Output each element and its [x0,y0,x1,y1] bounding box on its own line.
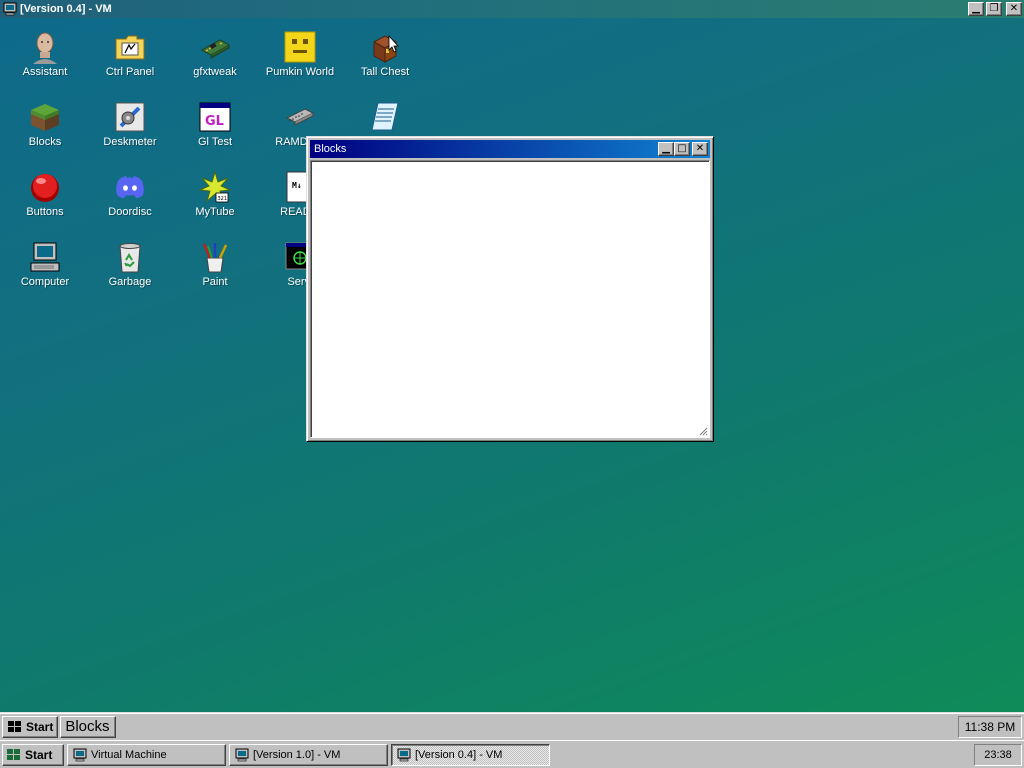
desktop-icon-gl-test[interactable]: GL Gl Test [176,100,254,148]
computer-icon [235,748,249,761]
desktop-icon-label: Buttons [26,206,64,218]
close-icon: ✕ [695,143,705,154]
desktop-icon-paint[interactable]: Paint [176,240,254,288]
blocks-window-canvas[interactable] [310,160,710,438]
host-start-label: Start [25,747,53,762]
host-close-button[interactable]: ✕ [1006,2,1022,16]
svg-text:GL: GL [205,114,224,129]
desktop-icon-label: Assistant [22,66,68,78]
desktop-icon-label: Paint [202,276,228,288]
assistant-head-icon [33,32,57,64]
desktop-icon-label: Ctrl Panel [105,66,155,78]
computer-icon [397,748,411,761]
guest-task-label: Blocks [65,718,110,735]
host-task-label: [Version 1.0] - VM [253,748,341,761]
red-button-icon [31,174,59,202]
computer-icon [73,748,87,761]
paint-brushes-icon [202,243,228,273]
desktop-icon-label: Computer [20,276,70,288]
desktop[interactable]: Assistant Ctrl Panel gfxtweak Pumkin Wor… [0,18,1024,712]
blocks-window-titlebar[interactable]: Blocks ▁ □ ✕ [310,140,710,158]
control-panel-folder-icon [115,35,145,60]
desktop-icon-deskmeter[interactable]: Deskmeter [91,100,169,148]
host-start-button[interactable]: Start [2,743,64,766]
desktop-icon-computer[interactable]: Computer [6,240,84,288]
host-task-version-1-0[interactable]: [Version 1.0] - VM [229,743,388,766]
desktop-icon-assistant[interactable]: Assistant [6,30,84,78]
discord-icon [116,176,144,198]
start-logo-icon [7,748,20,760]
desktop-icon-mytube[interactable]: 321 MyTube [176,170,254,218]
blocks-close-button[interactable]: ✕ [692,142,708,156]
guest-task-blocks[interactable]: Blocks [60,715,117,738]
guest-start-label: Start [26,719,54,734]
desktop-icon-label: Tall Chest [360,66,410,78]
deskmeter-icon [115,102,145,132]
close-icon: ✕ [1009,3,1019,14]
notepad-icon [371,102,399,131]
guest-taskbar: Start Blocks 11:38 PM [0,712,1024,740]
host-task-virtual-machine[interactable]: Virtual Machine [67,743,226,766]
blocks-window-title: Blocks [314,143,347,155]
host-clock-text: 23:38 [984,748,1012,761]
desktop-icon-label: Garbage [108,276,152,288]
desktop-icon-pumkin-world[interactable]: Pumkin World [261,30,339,78]
resize-grip-icon[interactable] [698,426,708,436]
svg-text:321: 321 [218,196,228,202]
recycle-bin-icon [119,243,141,273]
desktop-icon-label: Deskmeter [103,136,157,148]
computer-icon [3,2,17,16]
guest-clock: 11:38 PM [958,715,1022,738]
computer-icon [30,242,60,272]
desktop-icon-gfxtweak[interactable]: gfxtweak [176,30,254,78]
desktop-icon-buttons[interactable]: Buttons [6,170,84,218]
host-window-titlebar[interactable]: [Version 0.4] - VM ▁ ❐ ✕ [0,0,1024,18]
host-window-title: [Version 0.4] - VM [20,3,112,15]
host-clock: 23:38 [974,743,1022,766]
svg-text:M↓: M↓ [292,181,302,190]
minimize-icon: ▁ [662,143,670,154]
desktop-icon-label: Gl Test [197,136,233,148]
host-minimize-button[interactable]: ▁ [968,2,984,16]
chest-icon [372,34,399,63]
desktop-icon-notepad[interactable] [346,100,424,137]
host-task-version-0-4[interactable]: [Version 0.4] - VM [391,743,550,766]
blocks-window[interactable]: Blocks ▁ □ ✕ [306,136,714,442]
desktop-icon-doordisc[interactable]: Doordisc [91,170,169,218]
guest-start-button[interactable]: Start [2,715,59,738]
start-logo-icon [8,720,21,732]
desktop-icon-label: MyTube [195,206,235,218]
desktop-icon-label: Blocks [28,136,62,148]
guest-clock-text: 11:38 PM [964,719,1016,734]
grass-block-icon [31,104,59,131]
desktop-icon-label: gfxtweak [193,66,237,78]
desktop-icon-ctrl-panel[interactable]: Ctrl Panel [91,30,169,78]
minimize-icon: ▁ [972,3,980,14]
desktop-icon-label: Doordisc [108,206,152,218]
blocks-minimize-button[interactable]: ▁ [658,142,674,156]
maximize-icon: □ [677,143,687,154]
restore-icon: ❐ [989,3,999,14]
host-task-label: Virtual Machine [91,748,167,761]
desktop-icon-garbage[interactable]: Garbage [91,240,169,288]
mytube-starburst-icon: 321 [198,170,232,203]
blocks-maximize-button[interactable]: □ [674,142,690,156]
host-taskbar: Start Virtual Machine [Version 1.0] - VM… [0,740,1024,768]
gl-window-icon: GL [199,102,231,132]
pumpkin-face-icon [284,31,316,63]
host-restore-button[interactable]: ❐ [986,2,1002,16]
desktop-icon-label: Pumkin World [265,66,335,78]
graphics-card-icon [200,39,231,59]
ram-chip-icon [285,108,315,126]
desktop-icon-tall-chest[interactable]: Tall Chest [346,30,424,78]
host-task-label: [Version 0.4] - VM [415,748,503,761]
desktop-icon-blocks[interactable]: Blocks [6,100,84,148]
